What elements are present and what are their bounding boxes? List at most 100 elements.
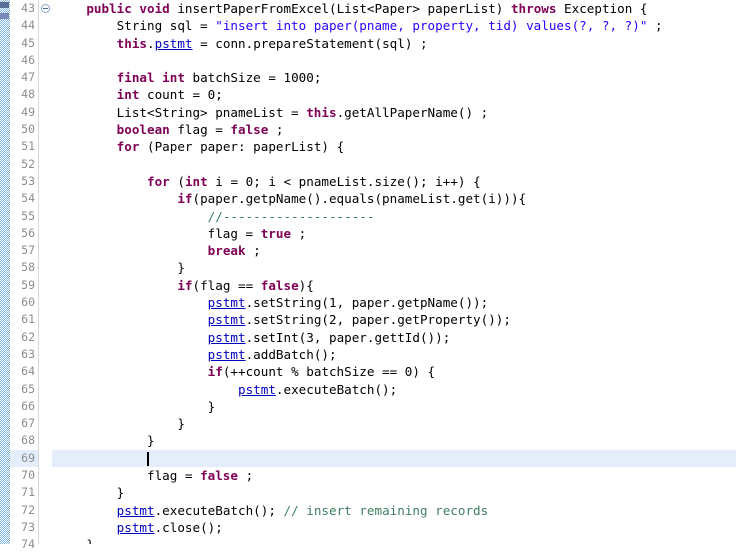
code-token-fld: pstmt <box>237 381 276 397</box>
line-number: 57 <box>21 243 35 258</box>
code-line[interactable]: for (int i = 0; i < pnameList.size(); i+… <box>52 173 736 190</box>
line-number: 61 <box>21 312 35 327</box>
code-token-plain: } <box>56 398 216 414</box>
code-token-kw: false <box>260 277 299 293</box>
code-token-fld: pstmt <box>154 35 193 51</box>
code-line[interactable]: pstmt.addBatch(); <box>52 346 736 363</box>
line-number: 67 <box>21 416 35 431</box>
code-line[interactable]: public void insertPaperFromExcel(List<Pa… <box>52 0 736 17</box>
code-token-fld: pstmt <box>116 502 155 518</box>
code-line[interactable]: String sql = "insert into paper(pname, p… <box>52 17 736 34</box>
code-line[interactable]: break ; <box>52 242 736 259</box>
code-line[interactable]: pstmt.setString(1, paper.getpName()); <box>52 294 736 311</box>
line-number: 45 <box>21 35 35 50</box>
code-line[interactable]: if(flag == false){ <box>52 277 736 294</box>
line-number: 54 <box>21 191 35 206</box>
code-token-kw: if <box>177 191 193 207</box>
code-token-plain: } <box>56 485 125 501</box>
line-number: 69 <box>10 449 38 468</box>
code-line[interactable]: pstmt.executeBatch(); <box>52 381 736 398</box>
code-token-plain: ; <box>268 122 284 138</box>
line-number: 46 <box>21 52 35 67</box>
annotation-mark-warning-icon[interactable] <box>0 2 9 8</box>
code-token-plain: = conn.prepareStatement(sql) ; <box>192 35 428 51</box>
code-token-plain: .executeBatch(); <box>275 381 398 397</box>
code-line[interactable]: } <box>52 484 736 501</box>
code-line[interactable]: pstmt.setString(2, paper.getProperty()); <box>52 311 736 328</box>
code-line[interactable]: final int batchSize = 1000; <box>52 69 736 86</box>
line-number: 60 <box>21 295 35 310</box>
line-number: 70 <box>21 468 35 483</box>
code-token-plain: i = 0; i < pnameList.size(); i++) { <box>215 173 481 189</box>
code-token-plain: ( <box>177 173 185 189</box>
code-token-plain: flag = <box>56 468 201 484</box>
code-line[interactable]: pstmt.executeBatch(); // insert remainin… <box>52 502 736 519</box>
code-line[interactable]: List<String> pnameList = this.getAllPape… <box>52 104 736 121</box>
line-number-gutter[interactable]: 43 44 45 46 47 48 49 50 51 52 53 54 55 56 57 58 59 60 61 62… <box>10 0 39 551</box>
code-token-plain: flag = <box>177 122 231 138</box>
code-line[interactable]: pstmt.close(); <box>52 519 736 536</box>
code-editor[interactable]: 43 44 45 46 47 48 49 50 51 52 53 54 55 56 57 58 59 60 61 62… <box>0 0 736 551</box>
code-token-plain: 1000 <box>283 70 314 86</box>
line-number: 62 <box>21 329 35 344</box>
code-line[interactable]: flag = false ; <box>52 467 736 484</box>
annotation-mark-occurrence-icon[interactable] <box>0 13 9 19</box>
code-token-plain: ; <box>245 243 261 259</box>
code-token-kw: if <box>177 277 193 293</box>
code-line[interactable]: } <box>52 536 736 544</box>
code-line[interactable]: } <box>52 415 736 432</box>
code-line[interactable] <box>52 156 736 173</box>
code-line[interactable] <box>52 450 736 467</box>
code-token-cmt: //-------------------- <box>207 208 375 224</box>
line-number: 43 <box>21 1 35 15</box>
code-line[interactable]: if(paper.getpName().equals(pnameList.get… <box>52 190 736 207</box>
code-token-kw: false <box>230 122 269 138</box>
code-token-plain: .close(); <box>154 519 223 535</box>
code-line[interactable]: } <box>52 398 736 415</box>
code-token-kw: this <box>306 104 337 120</box>
code-folding-column[interactable] <box>39 0 52 544</box>
code-token-kw: false <box>200 468 238 484</box>
code-line[interactable]: } <box>52 259 736 276</box>
code-token-plain: (++count % batchSize == 0) { <box>222 364 436 380</box>
line-number: 72 <box>21 502 35 517</box>
code-token-plain: (Paper paper: paperList) { <box>147 139 345 155</box>
annotation-ruler[interactable] <box>0 0 10 544</box>
code-line[interactable]: pstmt.setInt(3, paper.gettId()); <box>52 329 736 346</box>
code-line[interactable]: flag = true ; <box>52 225 736 242</box>
line-number: 44 <box>21 18 35 33</box>
code-line[interactable]: boolean flag = false ; <box>52 121 736 138</box>
code-token-plain: ; <box>237 468 254 484</box>
code-token-plain: ; <box>291 225 307 241</box>
code-line[interactable]: for (Paper paper: paperList) { <box>52 138 736 155</box>
code-token-plain: batchSize = <box>192 70 284 86</box>
code-line[interactable]: this.pstmt = conn.prepareStatement(sql) … <box>52 35 736 52</box>
code-token-kw: for <box>116 139 148 155</box>
code-text-area[interactable]: public void insertPaperFromExcel(List<Pa… <box>52 0 736 544</box>
code-token-fld: pstmt <box>207 295 246 311</box>
code-line[interactable]: if(++count % batchSize == 0) { <box>52 363 736 380</box>
code-line[interactable]: } <box>52 432 736 449</box>
line-number: 55 <box>21 208 35 223</box>
code-token-plain: } <box>56 416 185 432</box>
line-number: 64 <box>21 364 35 379</box>
fold-collapse-icon[interactable] <box>41 4 50 13</box>
code-line[interactable]: //-------------------- <box>52 208 736 225</box>
code-token-kw: final int <box>116 70 193 86</box>
line-number: 48 <box>21 87 35 102</box>
code-line[interactable]: int count = 0; <box>52 86 736 103</box>
code-line[interactable] <box>52 52 736 69</box>
